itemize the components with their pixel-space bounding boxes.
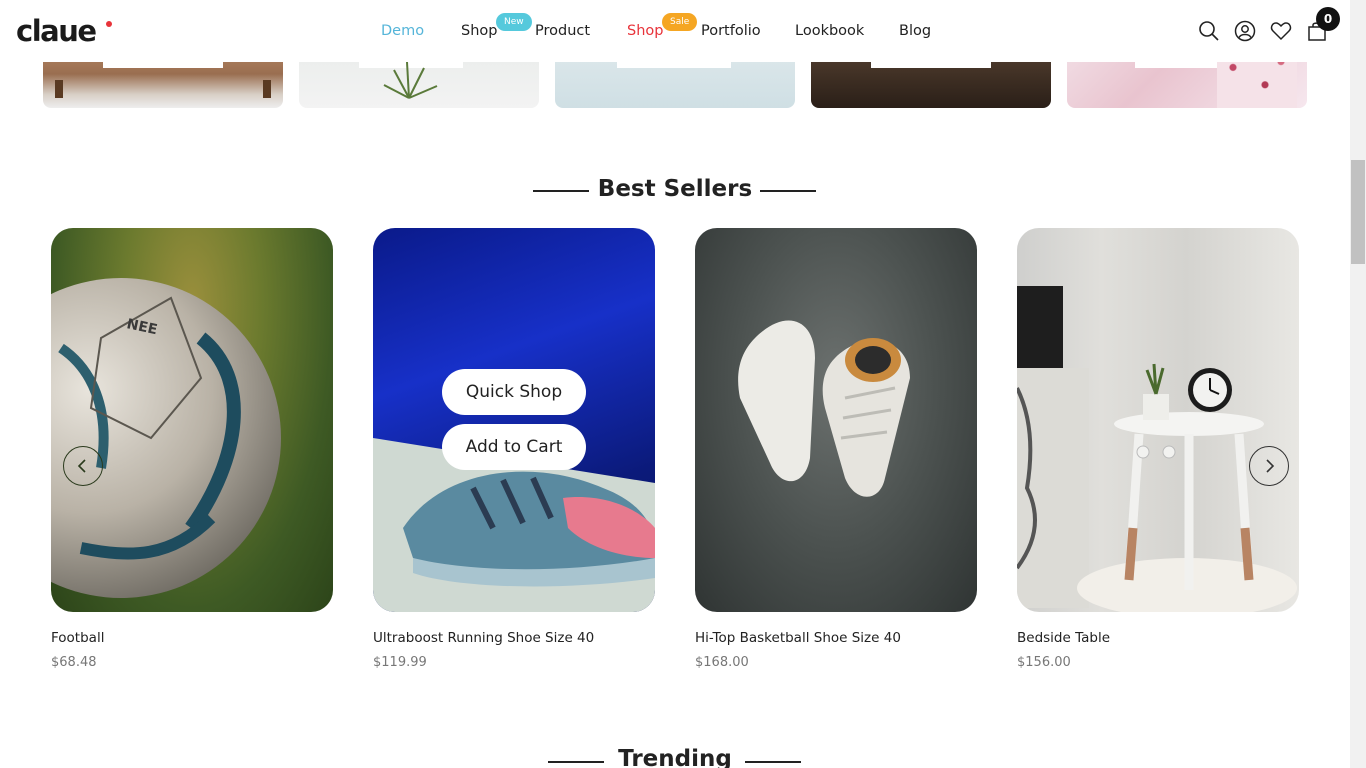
logo-dot: [106, 21, 112, 27]
football-illustration: NEE: [51, 278, 281, 598]
bedside-table-illustration: [1017, 286, 1297, 612]
page-scrollbar[interactable]: [1350, 0, 1366, 768]
quick-shop-button[interactable]: Quick Shop: [442, 369, 586, 415]
cart-count-badge: 0: [1316, 7, 1340, 31]
search-icon[interactable]: [1198, 20, 1220, 42]
nav-item-shop-sale[interactable]: Shop: [627, 22, 663, 40]
nav-item-lookbook[interactable]: Lookbook: [795, 22, 864, 40]
product-price: $68.48: [51, 655, 97, 670]
product-image-ultraboost[interactable]: Quick Shop Add to Cart: [373, 228, 655, 612]
product-name[interactable]: Hi-Top Basketball Shoe Size 40: [695, 630, 901, 646]
section-title-trending: Trending: [618, 746, 732, 768]
nav-item-demo[interactable]: Demo: [381, 22, 424, 40]
title-line-right: [760, 190, 816, 192]
product-price: $168.00: [695, 655, 749, 670]
account-icon[interactable]: [1234, 20, 1256, 42]
logo[interactable]: claue: [16, 14, 97, 48]
wishlist-heart-icon[interactable]: [1270, 20, 1292, 42]
nav-item-portfolio[interactable]: Portfolio: [701, 22, 761, 40]
product-image-football[interactable]: NEE: [51, 228, 333, 612]
product-price: $119.99: [373, 655, 427, 670]
carousel-prev-button[interactable]: [63, 446, 103, 486]
sofa-leg: [55, 80, 63, 98]
nav-item-blog[interactable]: Blog: [899, 22, 931, 40]
page-scrollbar-thumb[interactable]: [1351, 160, 1365, 264]
sofa-leg: [263, 80, 271, 98]
badge-new: New: [496, 13, 532, 31]
chevron-left-icon: [77, 459, 86, 473]
product-name[interactable]: Football: [51, 630, 104, 646]
site-header: claue Demo Shop New Product Shop Sale Po…: [0, 0, 1350, 62]
title-line-right: [745, 761, 801, 763]
section-title-best-sellers: Best Sellers: [597, 176, 753, 202]
carousel-next-button[interactable]: [1249, 446, 1289, 486]
product-image-hi-top[interactable]: [695, 228, 977, 612]
chevron-right-icon: [1266, 459, 1275, 473]
nav-item-product[interactable]: Product: [535, 22, 590, 40]
product-price: $156.00: [1017, 655, 1071, 670]
product-image-bedside-table[interactable]: [1017, 228, 1299, 612]
add-to-cart-button[interactable]: Add to Cart: [442, 424, 586, 470]
badge-sale: Sale: [662, 13, 698, 31]
product-name[interactable]: Ultraboost Running Shoe Size 40: [373, 630, 594, 646]
sneakers-illustration: [738, 320, 910, 497]
nav-item-shop[interactable]: Shop: [461, 22, 497, 40]
product-name[interactable]: Bedside Table: [1017, 630, 1110, 646]
shoe-illustration: [373, 438, 655, 612]
